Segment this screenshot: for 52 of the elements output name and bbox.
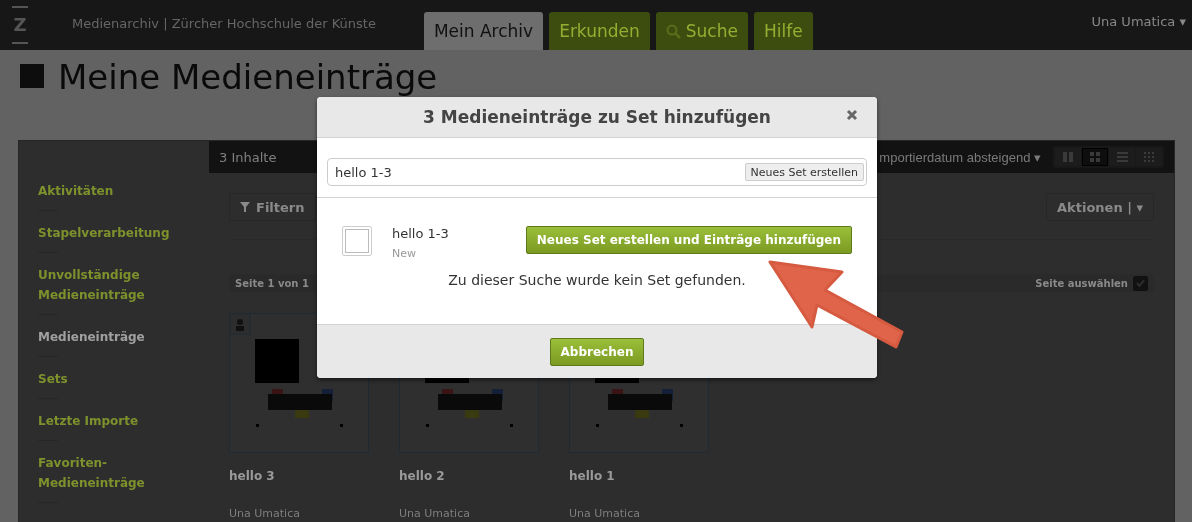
card-author: Una Umatica bbox=[569, 507, 641, 520]
dialog-title: 3 Medieneinträge zu Set hinzufügen bbox=[423, 107, 771, 127]
select-page-checkbox[interactable] bbox=[1133, 275, 1148, 291]
search-icon bbox=[665, 23, 681, 39]
actions-button[interactable]: Aktionen | ▾ bbox=[1046, 193, 1154, 221]
sidebar-item[interactable]: Aktivitäten bbox=[38, 181, 178, 211]
nav-tab[interactable]: Mein Archiv bbox=[423, 12, 544, 50]
list-view-icon bbox=[1116, 152, 1128, 162]
sidebar-item[interactable]: Unvollständige Medieneinträge bbox=[38, 265, 178, 315]
page-info: Seite 1 von 1 bbox=[235, 277, 309, 289]
view-toggle[interactable] bbox=[1055, 148, 1081, 166]
filter-icon bbox=[240, 202, 250, 212]
search-value: hello 1-3 bbox=[335, 164, 392, 180]
card-author: Una Umatica bbox=[399, 507, 471, 520]
set-status: New bbox=[392, 247, 417, 260]
sidebar-item[interactable]: Letzte Importe bbox=[38, 411, 178, 441]
close-button[interactable] bbox=[845, 108, 859, 122]
nav-tab[interactable]: Hilfe bbox=[753, 12, 813, 50]
grid-view-icon bbox=[1090, 152, 1100, 162]
card-title[interactable]: hello 3 bbox=[229, 469, 369, 483]
page-title: Meine Medieneinträge bbox=[58, 58, 438, 96]
square-icon bbox=[20, 64, 44, 88]
set-checkbox[interactable] bbox=[342, 226, 372, 256]
user-menu[interactable]: Una Umatica ▾ bbox=[1091, 0, 1192, 29]
create-and-add-button[interactable]: Neues Set erstellen und Einträge hinzufügen bbox=[525, 226, 852, 254]
nav-tab[interactable]: Suche bbox=[655, 12, 748, 50]
empty-message: Zu dieser Suche wurde kein Set gefunden. bbox=[448, 272, 746, 288]
sidebar-item[interactable]: Favoriten-Medieneinträge bbox=[38, 453, 178, 503]
view-toggle[interactable] bbox=[1082, 148, 1108, 166]
sidebar-item[interactable]: Sets bbox=[38, 369, 178, 399]
columns-view-icon bbox=[1063, 152, 1073, 162]
result-count: 3 Inhalte bbox=[219, 149, 277, 165]
view-toggle[interactable] bbox=[1109, 148, 1135, 166]
create-set-button[interactable]: Neues Set erstellen bbox=[744, 163, 864, 181]
sort-dropdown[interactable]: mportierdatum absteigend ▾ bbox=[879, 149, 1041, 165]
cancel-button[interactable]: Abbrechen bbox=[549, 337, 645, 366]
sidebar-item[interactable]: Stapelverarbeitung bbox=[38, 223, 178, 253]
logo[interactable]: Z bbox=[12, 6, 28, 44]
select-page-label: Seite auswählen bbox=[1035, 277, 1128, 289]
set-name: hello 1-3 bbox=[392, 226, 449, 241]
card-title[interactable]: hello 2 bbox=[399, 469, 539, 483]
nav-tab[interactable]: Erkunden bbox=[549, 12, 650, 50]
checkmark-icon bbox=[1136, 279, 1145, 287]
card-title[interactable]: hello 1 bbox=[569, 469, 709, 483]
site-title: Medienarchiv | Zürcher Hochschule der Künste bbox=[72, 15, 376, 31]
filter-button[interactable]: Filtern bbox=[229, 193, 316, 221]
view-toggle[interactable] bbox=[1136, 148, 1162, 166]
sidebar-item[interactable]: Medieneinträge bbox=[38, 327, 178, 357]
search-field[interactable]: hello 1-3 Neues Set erstellen bbox=[327, 158, 867, 186]
close-icon bbox=[845, 108, 859, 122]
card-author: Una Umatica bbox=[229, 507, 301, 520]
dots-view-icon bbox=[1143, 152, 1155, 162]
